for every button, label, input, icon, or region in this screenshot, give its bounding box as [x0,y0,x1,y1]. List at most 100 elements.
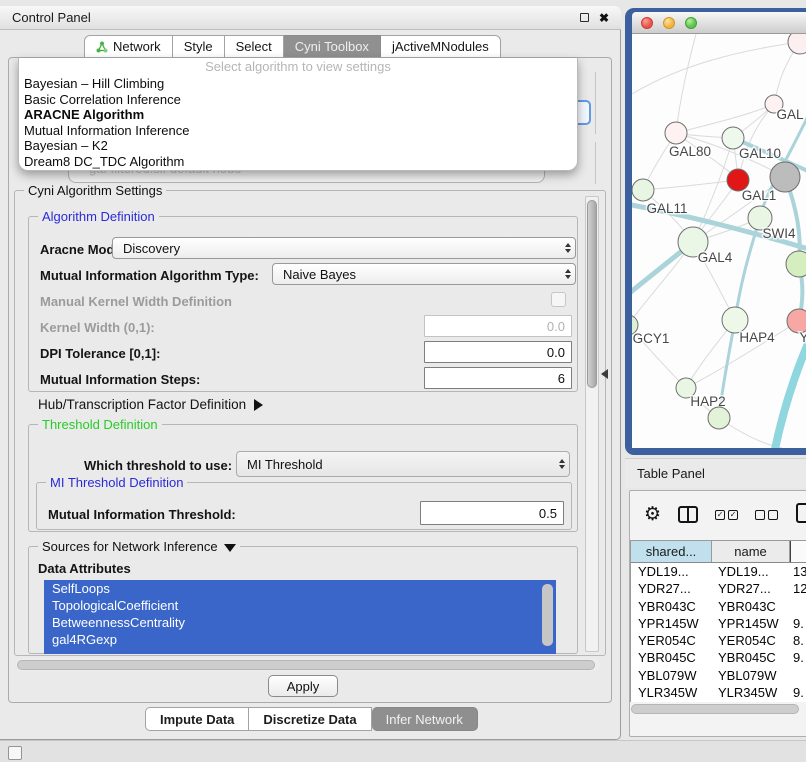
kernel-width-value: 0.0 [547,319,565,334]
network-node-gal11[interactable] [632,179,654,201]
mi-algorithm-type-select[interactable]: Naive Bayes [272,263,576,285]
network-node-gal80[interactable] [665,122,687,144]
table-panel-title: Table Panel [637,466,705,481]
apply-button[interactable]: Apply [268,675,338,697]
mi-steps-field[interactable]: 6 [424,367,572,389]
table-row[interactable]: YBR043CYBR043C [631,598,806,615]
table-cell: YIL052C [712,701,790,702]
attribute-item-betweennesscentrality[interactable]: BetweennessCentrality [44,614,556,631]
table-cell: 13 [790,563,806,580]
manual-kernel-checkbox[interactable] [551,292,566,307]
tab-network[interactable]: Network [84,35,173,58]
table-cell: YIL052C [631,701,712,702]
node-label: GAL4 [698,250,733,265]
node-label: GAL [776,107,804,122]
attribute-item-gal4rgexp[interactable]: gal4RGexp [44,631,556,648]
table-panel-header: Table Panel [625,458,806,488]
algorithm-item-mutual-information-inference[interactable]: Mutual Information Inference [19,123,577,139]
network-node[interactable] [770,162,800,192]
attributes-scrollbar-thumb[interactable] [542,584,553,646]
tab-infer-network[interactable]: Infer Network [372,707,478,731]
settings-scrollbar[interactable] [585,196,599,652]
mi-threshold-label: Mutual Information Threshold: [48,507,236,522]
table-cell: YBL079W [712,667,790,684]
control-panel-titlebar: Control Panel ✖ [0,6,621,30]
network-graph[interactable]: GALGAL80GAL10GAL1GAL11SWI4GAL4GCY1HAP4YH… [632,34,806,448]
table-hscrollbar[interactable] [631,704,801,715]
settings-hscrollbar[interactable] [16,659,600,671]
float-window-icon[interactable] [580,13,589,22]
data-attributes-label: Data Attributes [38,561,131,576]
network-node[interactable] [788,34,806,54]
split-columns-icon[interactable] [678,506,698,523]
table-cell: YLR345W [631,684,712,701]
algorithm-item-dream8-dc-tdc-algorithm[interactable]: Dream8 DC_TDC Algorithm [19,154,577,170]
unchecked-columns-icon[interactable] [755,510,778,520]
tab-discretize-data[interactable]: Discretize Data [249,707,371,731]
table-row[interactable]: YPR145WYPR145W9. [631,615,806,632]
table-row[interactable]: YBR045CYBR045C9. [631,649,806,666]
table-row[interactable]: YLR345WYLR345W9. [631,684,806,701]
node-label: GAL80 [669,144,711,159]
algorithm-item-bayesian-k2[interactable]: Bayesian – K2 [19,138,577,154]
screen: Control Panel ✖ Network StyleSelectCyni T… [0,0,806,762]
table-cell: YDL19... [712,563,790,580]
table-row[interactable]: YDR27...YDR27...12 [631,580,806,597]
aracne-mode-select[interactable]: Discovery [112,237,576,259]
table-row[interactable]: YER054CYER054C8. [631,632,806,649]
hub-definition-toggle[interactable]: Hub/Transcription Factor Definition [38,397,263,412]
attribute-item-topologicalcoefficient[interactable]: TopologicalCoefficient [44,597,556,614]
checked-columns-icon[interactable]: ✓ ✓ [715,510,738,520]
node-table[interactable]: shared...name YDL19...YDL19...13YDR27...… [630,540,806,702]
node-label: GAL1 [742,188,777,203]
which-threshold-select[interactable]: MI Threshold [236,451,570,477]
network-node[interactable] [786,251,806,277]
corner-panel-button[interactable] [8,746,22,760]
table-cell: YPR145W [631,615,712,632]
column-header-2[interactable] [790,541,806,562]
table-cell: YBR045C [631,649,712,666]
column-header-shared[interactable]: shared... [631,541,712,562]
kernel-width-label: Kernel Width (0,1): [40,320,155,335]
gear-icon[interactable]: ⚙ [644,505,661,524]
attribute-item-selfloops[interactable]: SelfLoops [44,580,556,597]
dpi-tolerance-field[interactable]: 0.0 [424,341,572,363]
mi-threshold-field[interactable]: 0.5 [420,501,564,525]
tab-style[interactable]: Style [173,35,225,58]
sources-legend[interactable]: Sources for Network Inference [38,539,240,554]
algorithm-item-basic-correlation-inference[interactable]: Basic Correlation Inference [19,92,577,108]
column-header-name[interactable]: name [712,541,790,562]
algorithm-item-bayesian-hill-climbing[interactable]: Bayesian – Hill Climbing [19,76,577,92]
table-cell: 9. [790,649,806,666]
table-hscrollbar-thumb[interactable] [631,704,799,714]
zoom-traffic-light[interactable] [685,17,697,29]
clipped-toolbar-icon[interactable] [796,503,806,523]
tab-jactivemnodules[interactable]: jActiveMNodules [381,35,501,58]
data-attributes-list[interactable]: SelfLoopsTopologicalCoefficientBetweenne… [44,580,556,654]
tab-label: Discretize Data [263,712,356,727]
mi-threshold-value: 0.5 [539,506,557,521]
panel-collapse-arrow[interactable] [601,369,608,379]
tab-cyni-toolbox[interactable]: Cyni Toolbox [284,35,381,58]
table-row[interactable]: YBL079WYBL079W [631,667,806,684]
settings-hscrollbar-thumb[interactable] [17,660,595,670]
threshold-definition-legend: Threshold Definition [38,417,162,432]
minimize-traffic-light[interactable] [663,17,675,29]
table-row[interactable]: YIL052CYIL052C9 [631,701,806,702]
table-row[interactable]: YDL19...YDL19...13 [631,563,806,580]
tab-label: Network [113,39,161,54]
table-cell: 12 [790,580,806,597]
network-icon [96,41,108,53]
mi-threshold-definition-legend: MI Threshold Definition [46,475,187,490]
tab-select[interactable]: Select [225,35,284,58]
kernel-width-field[interactable]: 0.0 [424,315,572,337]
network-node[interactable] [708,407,730,429]
table-cell: YPR145W [712,615,790,632]
tab-impute-data[interactable]: Impute Data [145,707,249,731]
close-icon[interactable]: ✖ [599,12,609,24]
network-view[interactable]: GALGAL80GAL10GAL1GAL11SWI4GAL4GCY1HAP4YH… [632,34,806,448]
close-traffic-light[interactable] [641,17,653,29]
algorithm-item-aracne-algorithm[interactable]: ARACNE Algorithm [19,107,577,123]
settings-scrollbar-thumb[interactable] [587,200,597,388]
status-strip [0,740,806,762]
